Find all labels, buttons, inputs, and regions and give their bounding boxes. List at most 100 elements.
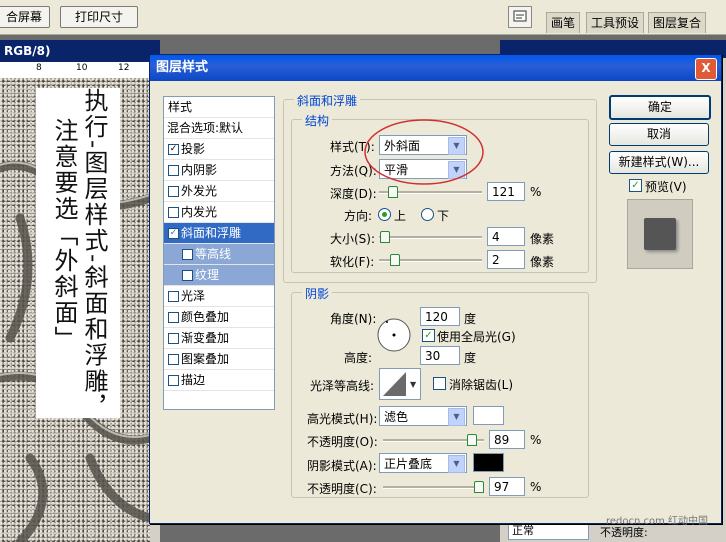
shadow-color-swatch[interactable] [473,453,504,472]
contour-curve-icon: ▼ [383,372,417,396]
checkbox-icon[interactable] [168,291,179,302]
palette-well-icon[interactable] [508,6,532,28]
soften-label: 软化(F): [330,255,375,269]
bevel-emboss-title: 斜面和浮雕 [294,92,361,109]
document-title: RGB/8) [0,40,160,62]
size-input[interactable]: 4 [487,227,525,246]
shadow-mode-label: 阴影模式(A): [307,459,377,473]
checkbox-icon[interactable] [168,375,179,386]
watermark: redocn.com 红动中国 [606,516,709,527]
antialias-checkbox[interactable] [433,377,446,390]
list-item-texture[interactable]: 纹理 [164,265,274,286]
annotation-line-1: 执行-图层样式-斜面和浮雕， [80,88,108,421]
ruler-mark: 10 [76,63,88,73]
list-item-stroke[interactable]: 描边 [164,370,274,391]
tab-brushes[interactable]: 画笔 [546,12,581,33]
size-slider-track[interactable] [379,236,482,239]
blend-mode-select[interactable]: 正常 [508,522,589,540]
list-item-bevel-emboss[interactable]: ✓ 斜面和浮雕 [164,223,274,244]
checkbox-icon[interactable] [182,249,193,260]
checkbox-icon[interactable] [168,354,179,365]
direction-down-label: 下 [437,209,450,223]
size-label: 大小(S): [330,232,376,246]
list-item-blending-options[interactable]: 混合选项:默认 [164,118,274,139]
preview-checkbox[interactable]: ✓ [629,179,642,192]
highlight-opacity-slider-thumb[interactable] [467,434,477,446]
ok-button[interactable]: 确定 [609,95,711,120]
depth-slider-thumb[interactable] [388,186,398,198]
cancel-button[interactable]: 取消 [609,123,709,146]
angle-input[interactable]: 120 [420,307,460,326]
checkbox-icon[interactable] [168,165,179,176]
checkbox-icon[interactable] [168,186,179,197]
structure-title: 结构 [302,112,333,129]
depth-input[interactable]: 121 [487,182,525,201]
highlight-opacity-label: 不透明度(O): [307,435,378,449]
preview-label: 预览(V) [645,180,687,194]
list-item-satin[interactable]: 光泽 [164,286,274,307]
list-item-label: 颜色叠加 [181,310,230,324]
shadow-opacity-input[interactable]: 97 [489,477,525,496]
list-item-color-overlay[interactable]: 颜色叠加 [164,307,274,328]
depth-label: 深度(D): [330,187,377,201]
global-light-checkbox[interactable]: ✓ [422,329,435,342]
ruler-mark: 12 [118,63,130,73]
list-item-label: 斜面和浮雕 [181,226,242,240]
size-slider-thumb[interactable] [380,231,390,243]
new-style-button[interactable]: 新建样式(W)... [609,151,709,174]
soften-unit: 像素 [530,255,555,269]
list-item-label: 渐变叠加 [181,331,230,345]
soften-input[interactable]: 2 [487,250,525,269]
list-item-inner-shadow[interactable]: 内阴影 [164,160,274,181]
shadow-opacity-slider-thumb[interactable] [474,481,484,493]
list-item-label: 描边 [181,373,206,387]
altitude-input[interactable]: 30 [420,346,460,365]
list-item-label: 投影 [181,142,206,156]
percent-unit: % [530,480,542,494]
size-unit: 像素 [530,232,555,246]
gloss-contour-label: 光泽等高线: [310,379,375,393]
checkbox-icon[interactable]: ✓ [168,228,179,239]
shadow-opacity-label: 不透明度(C): [307,482,377,496]
options-toolbar: 合屏幕 打印尺寸 画笔 工具预设 图层复合 [0,0,726,35]
list-item-label: 内发光 [181,205,218,219]
style-list: 样式 混合选项:默认 ✓ 投影 内阴影 外发光 内发光 ✓ 斜面和浮雕 等高线 纹理… [163,96,275,410]
angle-dial[interactable] [376,317,412,353]
style-list-header[interactable]: 样式 [164,97,274,118]
soften-slider-thumb[interactable] [390,254,400,266]
highlight-opacity-input[interactable]: 89 [489,430,525,449]
list-item-contour[interactable]: 等高线 [164,244,274,265]
list-item-pattern-overlay[interactable]: 图案叠加 [164,349,274,370]
depth-unit: % [530,185,542,199]
highlight-mode-label: 高光模式(H): [307,412,378,426]
list-item-gradient-overlay[interactable]: 渐变叠加 [164,328,274,349]
checkbox-icon[interactable] [168,207,179,218]
checkbox-icon[interactable] [168,333,179,344]
list-item-label: 纹理 [195,268,220,282]
annotation-line-2: 注意要选「外斜面」 [50,118,78,352]
list-item-inner-glow[interactable]: 内发光 [164,202,274,223]
shadow-opacity-slider-track[interactable] [383,486,484,489]
direction-down-radio[interactable] [421,208,434,221]
chevron-down-icon[interactable]: ▼ [448,408,465,426]
chevron-down-icon[interactable]: ▼ [448,455,465,473]
list-item-outer-glow[interactable]: 外发光 [164,181,274,202]
highlight-color-swatch[interactable] [473,406,504,425]
gloss-contour-picker[interactable]: ▼ [379,368,421,400]
shadow-mode-value: 正片叠底 [384,457,433,471]
list-item-drop-shadow[interactable]: ✓ 投影 [164,139,274,160]
list-item-label: 光泽 [181,289,206,303]
close-icon[interactable]: X [695,58,717,80]
print-size-button[interactable]: 打印尺寸 [60,6,138,28]
preview-square [644,218,676,250]
fit-screen-button[interactable]: 合屏幕 [0,6,50,28]
shadow-mode-select[interactable]: 正片叠底 ▼ [379,453,467,473]
checkbox-icon[interactable] [182,270,193,281]
tab-tool-presets[interactable]: 工具预设 [586,12,645,33]
checkbox-icon[interactable] [168,312,179,323]
checkbox-icon[interactable]: ✓ [168,144,179,155]
highlight-mode-value: 滤色 [384,410,409,424]
tab-layer-comps[interactable]: 图层复合 [648,12,707,33]
direction-up-radio[interactable] [378,208,391,221]
highlight-mode-select[interactable]: 滤色 ▼ [379,406,467,426]
